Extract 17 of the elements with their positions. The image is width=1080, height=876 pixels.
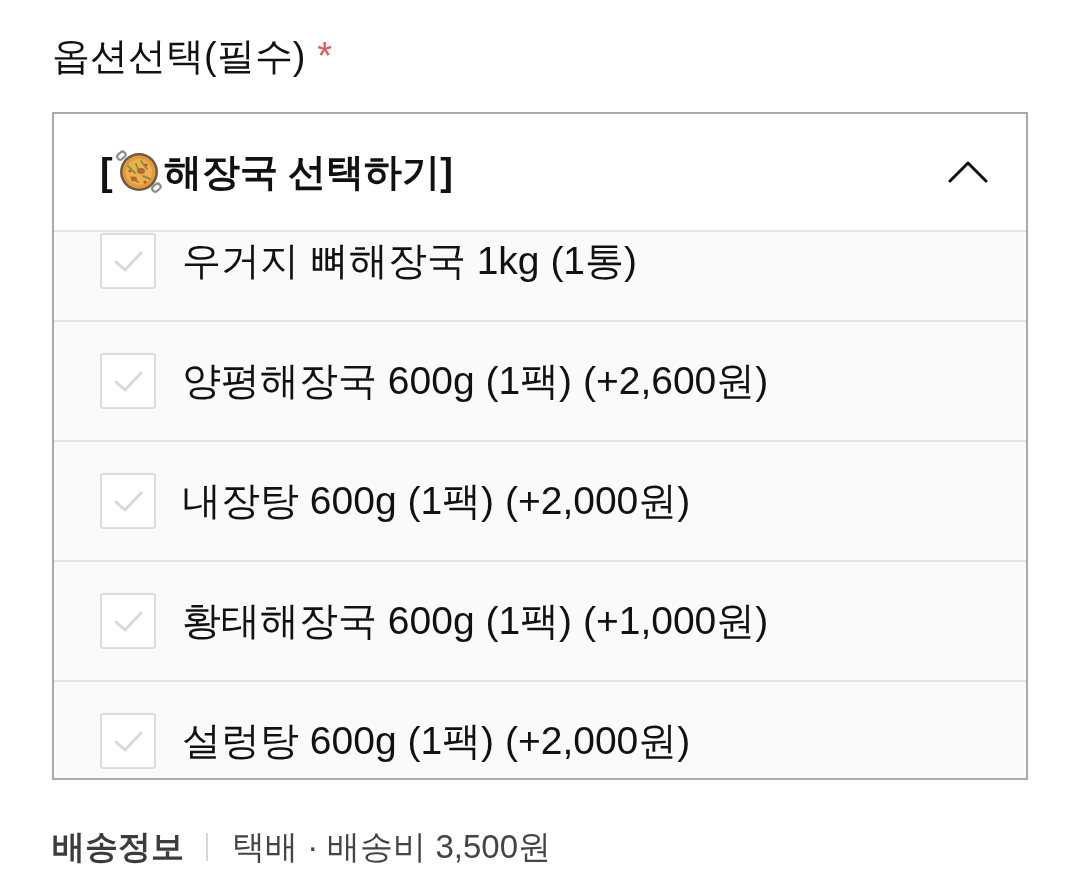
required-mark: * xyxy=(317,35,333,77)
option-label[interactable]: 황태해장국 600g (1팩) (+1,000원) xyxy=(182,596,769,646)
paella-pan-icon xyxy=(115,149,162,195)
option-label[interactable]: 우거지 뼈해장국 1kg (1통) xyxy=(182,236,638,286)
option-label[interactable]: 내장탕 600g (1팩) (+2,000원) xyxy=(182,476,691,526)
checkbox[interactable] xyxy=(100,473,156,529)
option-dropdown-toggle[interactable]: [ 해장국 선택하기] xyxy=(54,114,1026,232)
field-label: 옵션선택(필수) xyxy=(52,35,306,77)
checkbox[interactable] xyxy=(100,713,156,769)
option-label[interactable]: 양평해장국 600g (1팩) (+2,600원) xyxy=(182,356,769,406)
checkbox[interactable] xyxy=(100,233,156,289)
shipping-info: 택배 · 배송비 3,500원 xyxy=(232,827,552,867)
shipping-label: 배송정보 xyxy=(52,827,184,867)
chevron-up-icon xyxy=(948,160,988,184)
checkbox[interactable] xyxy=(100,353,156,409)
checkbox[interactable] xyxy=(100,593,156,649)
option-label[interactable]: 설렁탕 600g (1팩) (+2,000원) xyxy=(182,716,691,766)
